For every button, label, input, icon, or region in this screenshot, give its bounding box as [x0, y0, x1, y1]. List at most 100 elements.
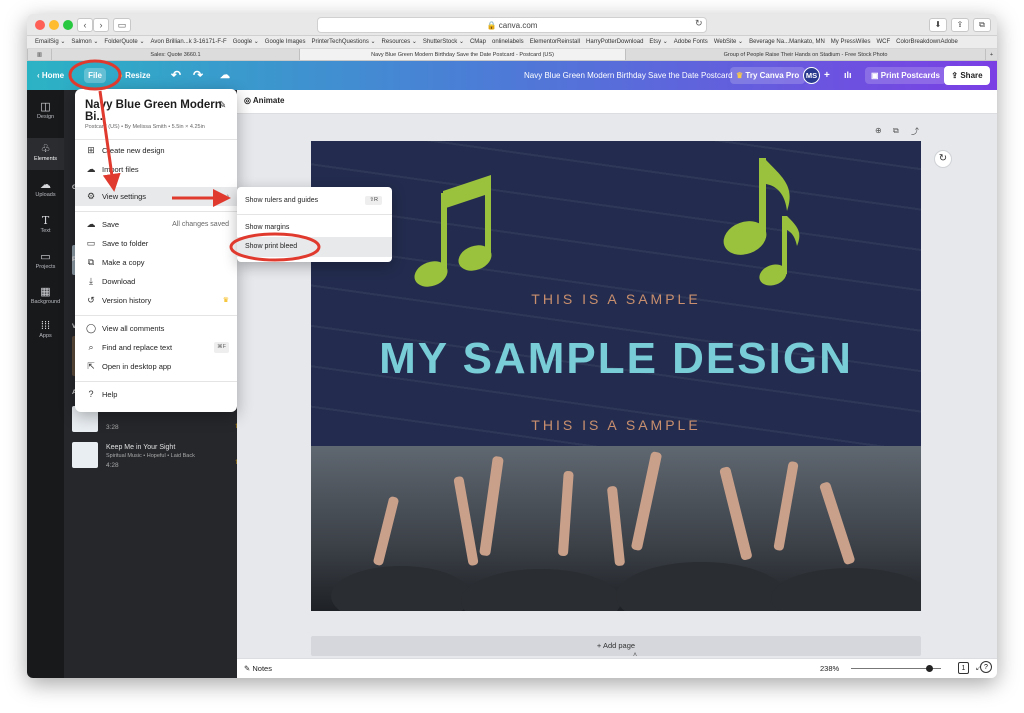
avatar[interactable]: MS — [803, 67, 820, 84]
resize-button[interactable]: ● Resize — [118, 61, 150, 90]
bookmark-item[interactable]: Salmon ⌄ — [71, 39, 98, 45]
track-title[interactable]: Keep Me in Your Sight — [106, 444, 175, 451]
sidebar-item-elements[interactable]: ♧ Elements — [27, 138, 64, 170]
zoom-level[interactable]: 238% — [820, 664, 839, 673]
back-button[interactable]: ‹ — [77, 18, 93, 32]
menu-item-version-history[interactable]: ↺ Version history ♛ — [75, 291, 237, 310]
bookmark-item[interactable]: onlinelabels — [492, 39, 524, 45]
bookmark-item[interactable]: ColorBreakdownAdobe — [896, 39, 958, 45]
history-icon: ↺ — [87, 295, 95, 305]
redo-icon[interactable]: ↷ — [193, 61, 203, 90]
home-button[interactable]: ‹ Home — [37, 61, 64, 90]
new-tab-button[interactable]: + — [985, 49, 997, 60]
browser-tab[interactable]: ▥ — [27, 49, 51, 60]
bookmark-item[interactable]: My PressWiles — [831, 39, 871, 45]
menu-item-create-new-design[interactable]: ⊞ Create new design — [75, 141, 237, 160]
search-icon: ⌕ — [88, 342, 94, 352]
sidebar-item-text[interactable]: T Text — [27, 214, 64, 244]
share-sheet-icon[interactable]: ⇪ — [951, 18, 969, 32]
document-title[interactable]: Navy Blue Green Modern Birthday Save the… — [524, 61, 733, 90]
add-collaborator-button[interactable]: + — [824, 61, 830, 90]
zoom-slider-handle[interactable] — [926, 665, 933, 672]
bookmark-item[interactable]: ShutterStock ⌄ — [423, 39, 464, 45]
notes-button[interactable]: ✎ Notes — [244, 664, 272, 673]
refresh-icon[interactable]: ↻ — [934, 150, 952, 168]
duplicate-page-icon[interactable]: ⧉ — [893, 126, 899, 136]
file-menu-button[interactable]: File — [84, 68, 106, 83]
design-canvas[interactable]: THIS IS A SAMPLE MY SAMPLE DESIGN THIS I… — [311, 141, 921, 611]
browser-tab[interactable]: Sales: Quote 3660.1 — [51, 49, 299, 60]
bookmark-item[interactable]: FolderQuote ⌄ — [104, 39, 144, 45]
menu-item-import-files[interactable]: ☁ Import files — [75, 160, 237, 179]
close-window-button[interactable] — [35, 20, 45, 30]
bookmarks-bar: EmailSig ⌄ Salmon ⌄ FolderQuote ⌄ Avon Bril… — [27, 36, 997, 49]
browser-tab-active[interactable]: Navy Blue Green Modern Birthday Save the… — [299, 49, 625, 60]
add-page-icon[interactable]: ⤴ — [911, 126, 919, 137]
bookmark-item[interactable]: WCF — [876, 39, 890, 45]
bookmark-item[interactable]: Google Images — [265, 39, 306, 45]
bookmark-item[interactable]: PrinterTechQuestions ⌄ — [311, 39, 375, 45]
menu-item-help[interactable]: ? Help — [75, 385, 237, 404]
bookmark-item[interactable]: Avon Brillian...k 3-16171-F-F — [150, 39, 226, 45]
sidebar-item-uploads[interactable]: ☁ Uploads — [27, 178, 64, 208]
menu-document-title[interactable]: Navy Blue Green Modern Bi... — [85, 99, 237, 123]
design-subtitle-top[interactable]: THIS IS A SAMPLE — [311, 291, 921, 307]
menu-item-make-a-copy[interactable]: ⧉ Make a copy — [75, 253, 237, 272]
submenu-item-show-margins[interactable]: Show margins — [237, 218, 392, 238]
sidebar-item-background[interactable]: ▦ Background — [27, 285, 64, 315]
lock-icon[interactable]: ⊕ — [875, 126, 882, 135]
submenu-item-show-print-bleed[interactable]: Show print bleed — [237, 237, 392, 257]
forward-button[interactable]: › — [93, 18, 109, 32]
bookmark-item[interactable]: ElementorReinstall — [530, 39, 580, 45]
undo-icon[interactable]: ↶ — [171, 61, 181, 90]
menu-item-open-in-desktop-app[interactable]: ⇱ Open in desktop app — [75, 357, 237, 376]
share-button[interactable]: ⇪ Share — [944, 66, 990, 85]
menu-item-view-settings[interactable]: ⚙ View settings › — [75, 187, 237, 206]
bookmark-item[interactable]: EmailSig ⌄ — [35, 39, 65, 45]
menu-item-download[interactable]: ⤓ Download — [75, 272, 237, 291]
tabs-overview-icon[interactable]: ⧉ — [973, 18, 991, 32]
menu-item-save[interactable]: ☁ Save All changes saved — [75, 215, 237, 234]
menu-item-find-and-replace[interactable]: ⌕ Find and replace text ⌘F — [75, 338, 237, 357]
submenu-item-show-rulers[interactable]: Show rulers and guides ⇧R — [237, 191, 392, 211]
edit-title-icon[interactable]: ✎ — [218, 100, 226, 111]
design-title[interactable]: MY SAMPLE DESIGN — [311, 334, 921, 384]
bookmark-item[interactable]: Beverage Na...Mankato, MN — [749, 39, 825, 45]
context-toolbar: ◎ Animate — [237, 90, 997, 114]
add-page-button[interactable]: + Add page — [311, 636, 921, 656]
bookmark-item[interactable]: CMap — [470, 39, 486, 45]
eighth-notes-graphic — [723, 158, 800, 286]
bookmark-item[interactable]: Resources ⌄ — [382, 39, 417, 45]
track-duration: 3:28 — [106, 424, 119, 431]
menu-document-meta: Postcard (US) • By Melissa Smith • 5.5in… — [85, 124, 205, 130]
design-subtitle-bottom[interactable]: THIS IS A SAMPLE — [311, 417, 921, 433]
bookmark-item[interactable]: Adobe Fonts — [674, 39, 708, 45]
menu-item-view-all-comments[interactable]: ◯ View all comments — [75, 319, 237, 338]
zoom-window-button[interactable] — [63, 20, 73, 30]
reload-icon[interactable]: ↻ — [695, 18, 703, 29]
beamed-notes-graphic — [414, 175, 492, 287]
left-toolbar: ◫ Design ♧ Elements ☁ Uploads T Text ▭ Projec… — [27, 90, 64, 678]
download-icon[interactable]: ⬇ — [929, 18, 947, 32]
page-count-button[interactable]: 1 — [958, 662, 969, 674]
try-pro-button[interactable]: ♛ Try Canva Pro — [730, 67, 806, 84]
bookmark-item[interactable]: HarryPotterDownload — [586, 39, 643, 45]
sidebar-toggle-icon[interactable]: ▭ — [113, 18, 131, 32]
bookmark-item[interactable]: Etsy ⌄ — [649, 39, 667, 45]
animate-button[interactable]: ◎ Animate — [244, 96, 284, 105]
sidebar-item-apps[interactable]: ⁞⁞⁞ Apps — [27, 319, 64, 349]
menu-item-save-to-folder[interactable]: ▭ Save to folder — [75, 234, 237, 253]
sidebar-item-projects[interactable]: ▭ Projects — [27, 250, 64, 280]
analytics-icon[interactable]: ılı — [844, 61, 852, 90]
bookmark-item[interactable]: WebSite ⌄ — [714, 39, 743, 45]
crowd-photo[interactable] — [311, 446, 921, 611]
print-postcards-button[interactable]: ▣ Print Postcards — [865, 67, 946, 84]
view-settings-submenu: Show rulers and guides ⇧R Show margins S… — [237, 187, 392, 262]
help-button[interactable]: ? — [980, 661, 992, 673]
address-bar[interactable]: 🔒 canva.com — [317, 17, 707, 33]
browser-tab[interactable]: Group of People Raise Their Hands on Sta… — [625, 49, 985, 60]
sidebar-item-design[interactable]: ◫ Design — [27, 100, 64, 130]
audio-thumbnail[interactable] — [72, 442, 98, 468]
minimize-window-button[interactable] — [49, 20, 59, 30]
bookmark-item[interactable]: Google ⌄ — [233, 39, 259, 45]
